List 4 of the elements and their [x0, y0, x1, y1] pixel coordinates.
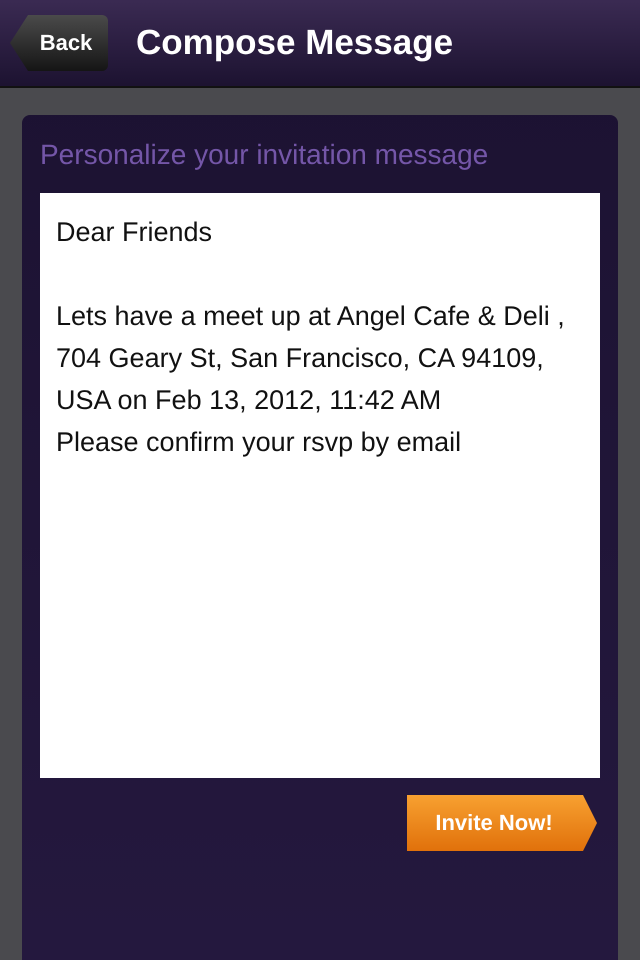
screen-title: Compose Message	[136, 23, 454, 63]
back-button[interactable]: Back	[10, 15, 108, 71]
panel-heading: Personalize your invitation message	[40, 139, 490, 171]
message-field[interactable]: Dear Friends Lets have a meet up at Angel Cafe & Deli , 704 Geary St, San Francisco, CA 94109, USA on Feb 13, 2012, 11:42 AM Please confirm your rsvp by email	[40, 193, 600, 778]
